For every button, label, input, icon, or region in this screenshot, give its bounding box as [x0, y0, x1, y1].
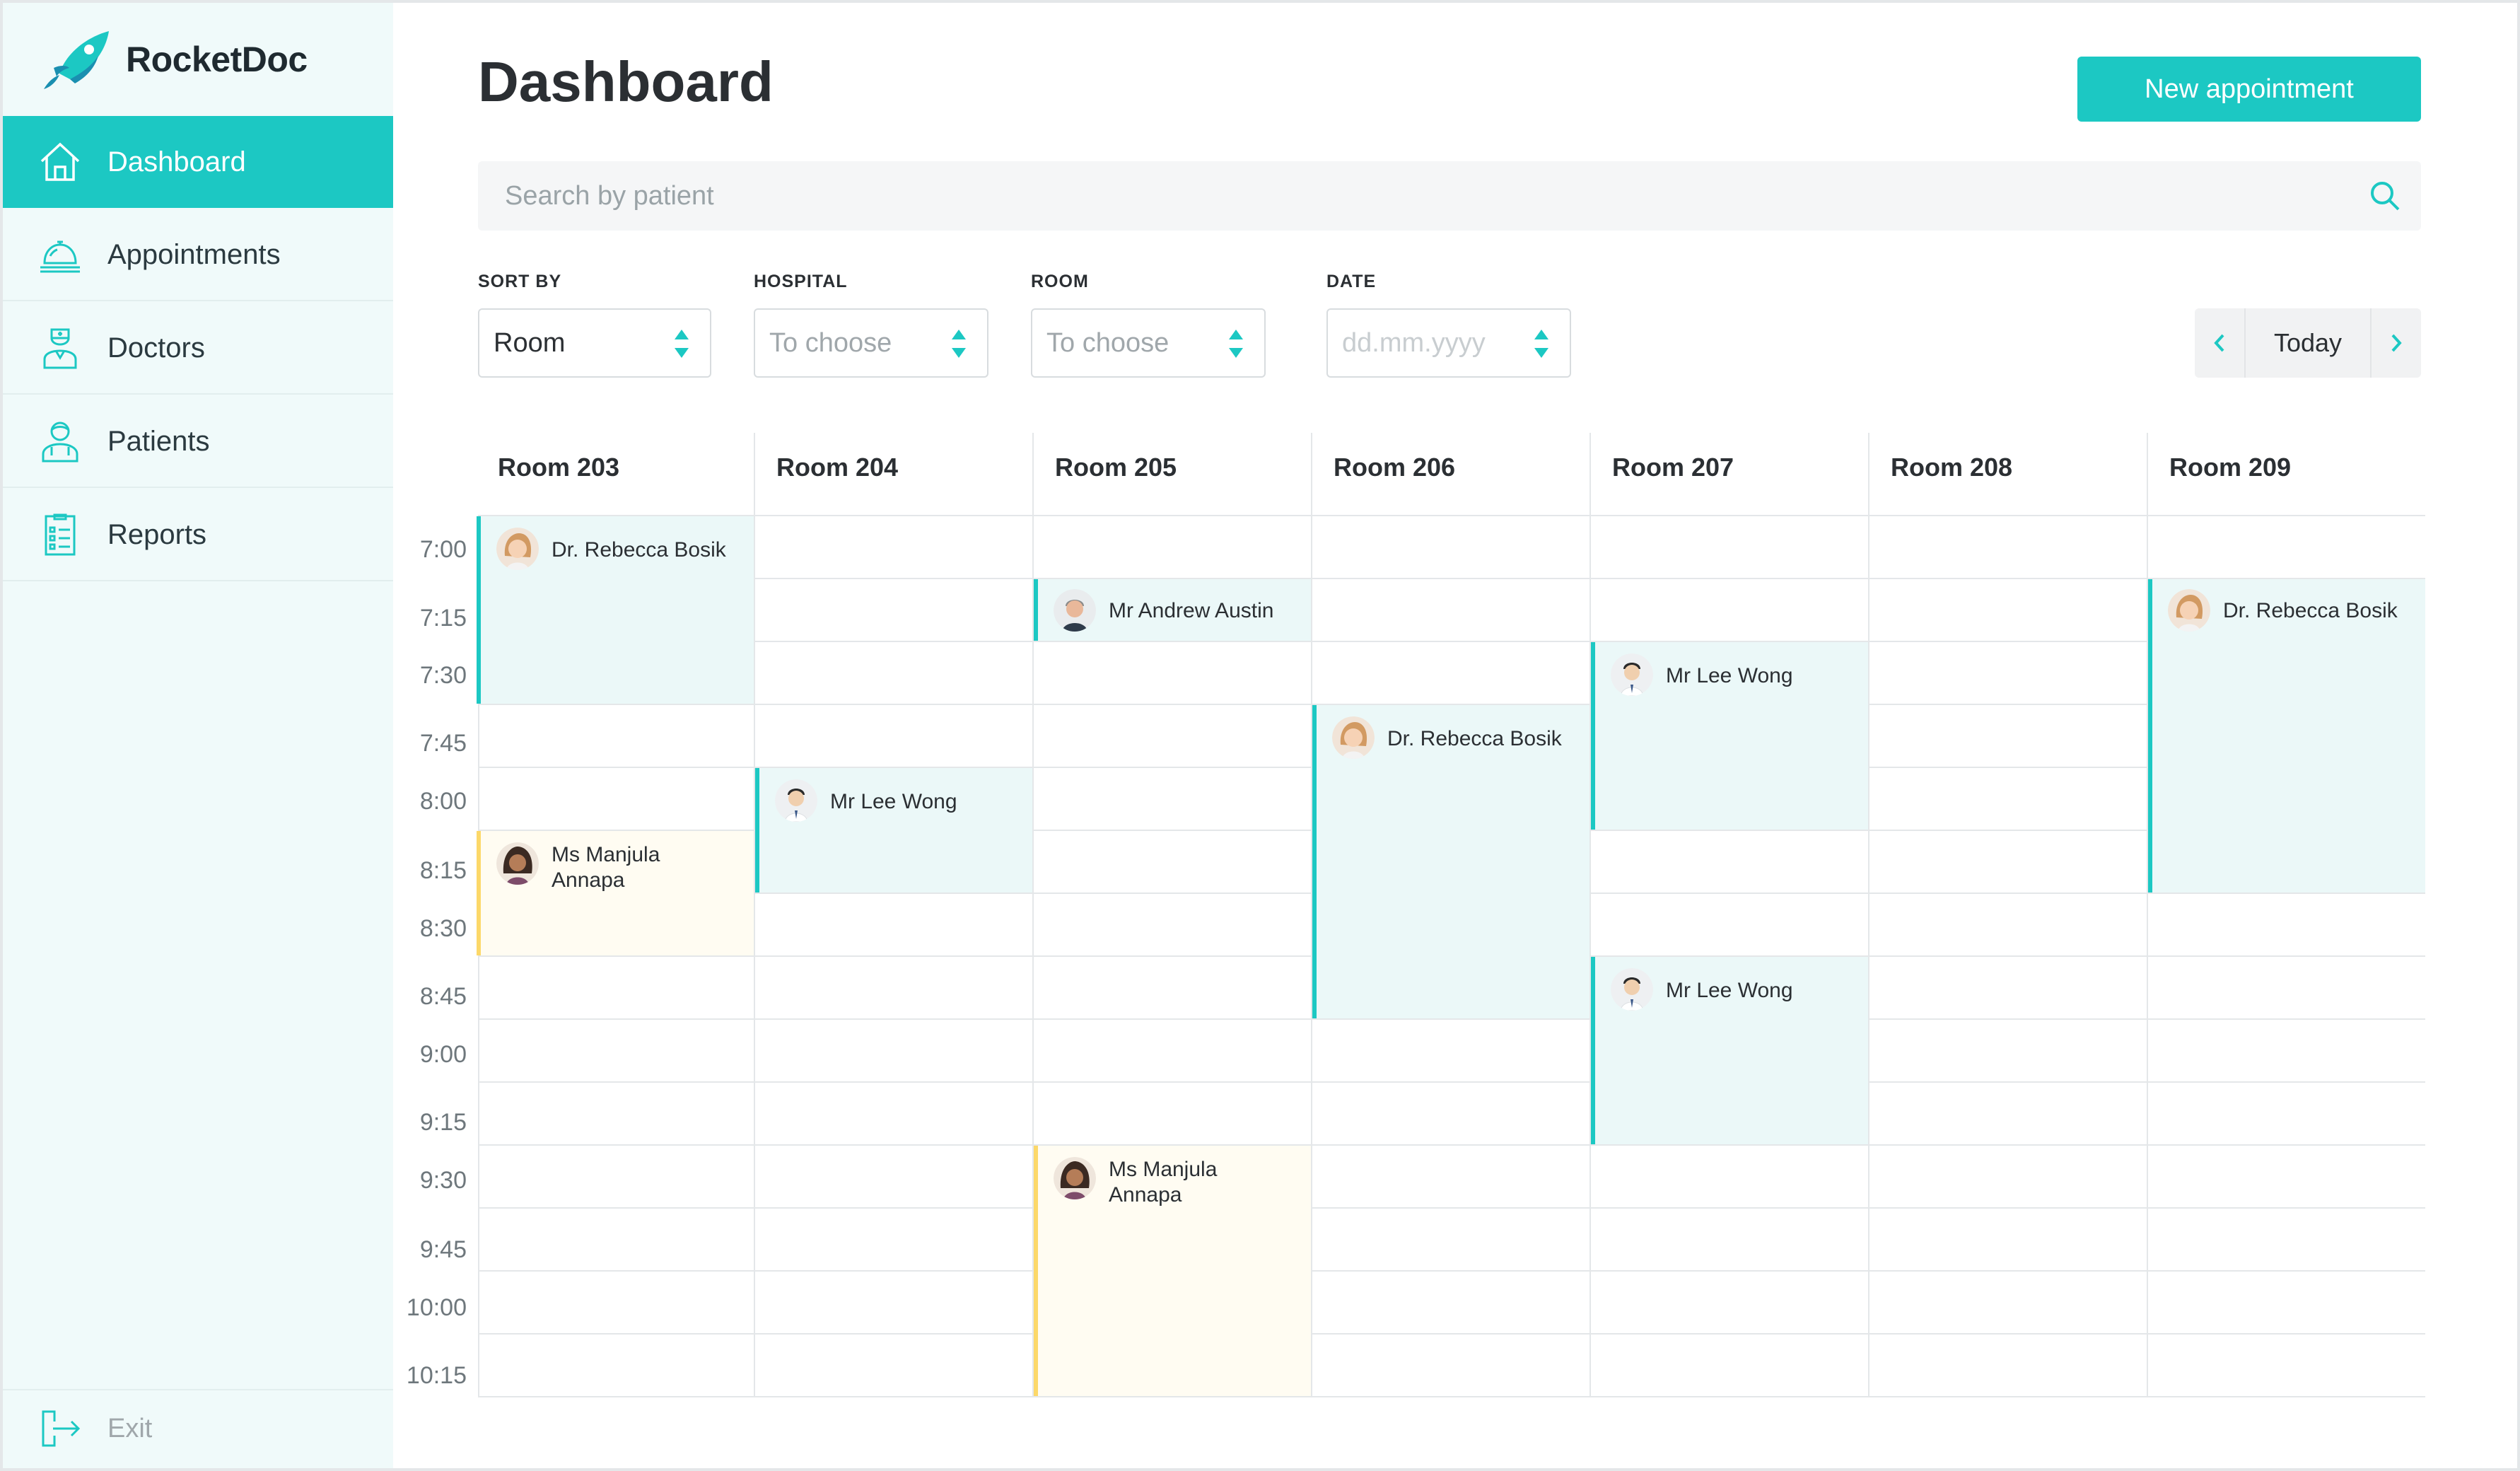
appointment-card[interactable]: Ms Manjula Annapa — [1034, 1146, 1311, 1396]
today-button[interactable]: Today — [2244, 308, 2372, 378]
reception-bell-icon — [35, 230, 85, 279]
appointment-name: Ms Manjula Annapa — [552, 843, 660, 892]
appointment-card[interactable]: Dr. Rebecca Bosik — [477, 516, 754, 704]
date-value: dd.mm.yyyy — [1342, 327, 1486, 358]
sidebar-item-label: Appointments — [107, 238, 281, 270]
appointment-card[interactable]: Dr. Rebecca Bosik — [2148, 579, 2425, 893]
room-select[interactable]: To choose — [1031, 308, 1266, 378]
appointment-card[interactable]: Mr Andrew Austin — [1034, 579, 1311, 641]
avatar-male-icon — [1054, 589, 1096, 632]
appointment-name: Mr Lee Wong — [1666, 979, 1793, 1002]
sort-arrows-icon — [1229, 330, 1243, 358]
new-appointment-button[interactable]: New appointment — [2077, 57, 2421, 122]
appointment-name: Mr Lee Wong — [1666, 664, 1793, 687]
exit-icon — [35, 1404, 85, 1453]
sort-by-select[interactable]: Room — [478, 308, 711, 378]
exit-label: Exit — [107, 1413, 153, 1443]
avatar-male-icon — [775, 779, 817, 822]
sidebar-item-reports[interactable]: Reports — [3, 489, 393, 581]
prev-day-button[interactable] — [2195, 308, 2244, 378]
appointment-card[interactable]: Dr. Rebecca Bosik — [1312, 705, 1589, 1018]
day-navigator: Today — [2195, 308, 2421, 378]
sort-by-label: SORT BY — [478, 272, 562, 291]
sidebar-item-patients[interactable]: Patients — [3, 396, 393, 488]
hospital-select[interactable]: To choose — [754, 308, 988, 378]
sort-by-value: Room — [494, 327, 566, 358]
report-list-icon — [35, 510, 85, 559]
next-day-button[interactable] — [2372, 308, 2421, 378]
sort-arrows-icon — [952, 330, 966, 358]
room-label: ROOM — [1031, 272, 1089, 291]
appointment-name: Dr. Rebecca Bosik — [2223, 599, 2398, 622]
date-label: DATE — [1326, 272, 1377, 291]
appointment-name: Mr Andrew Austin — [1109, 599, 1274, 622]
chevron-right-icon — [2391, 334, 2402, 352]
avatar-female-icon — [496, 842, 539, 885]
rocket-logo-icon — [44, 31, 109, 89]
room-value: To choose — [1046, 327, 1169, 358]
appointment-name: Dr. Rebecca Bosik — [1387, 727, 1562, 750]
sidebar-item-appointments[interactable]: Appointments — [3, 209, 393, 301]
sidebar: RocketDoc Dashboard Appointments Doctors — [3, 3, 393, 1468]
page-title: Dashboard — [478, 50, 774, 113]
sidebar-item-label: Reports — [107, 518, 207, 550]
appointment-name: Dr. Rebecca Bosik — [552, 538, 726, 562]
date-field[interactable]: dd.mm.yyyy — [1326, 308, 1571, 378]
hospital-value: To choose — [769, 327, 892, 358]
sort-arrows-icon — [675, 330, 689, 358]
appointment-name: Ms Manjula Annapa — [1109, 1158, 1218, 1207]
sidebar-item-dashboard[interactable]: Dashboard — [3, 116, 393, 208]
hospital-label: HOSPITAL — [754, 272, 848, 291]
avatar-female-icon — [1054, 1157, 1096, 1199]
avatar-female-icon — [2168, 589, 2210, 632]
sidebar-item-label: Dashboard — [107, 146, 246, 178]
avatar-male-icon — [1611, 653, 1653, 696]
appointment-card[interactable]: Mr Lee Wong — [755, 768, 1032, 893]
appointment-name: Mr Lee Wong — [830, 790, 957, 813]
patient-icon — [35, 417, 85, 466]
sidebar-item-label: Patients — [107, 425, 210, 457]
avatar-female-icon — [1332, 716, 1375, 759]
search-icon[interactable] — [2367, 178, 2403, 214]
appointment-card[interactable]: Mr Lee Wong — [1591, 642, 1868, 830]
doctor-icon — [35, 323, 85, 373]
appointment-card[interactable]: Ms Manjula Annapa — [477, 831, 754, 955]
home-icon — [35, 137, 85, 187]
exit-button[interactable]: Exit — [3, 1389, 393, 1467]
chevron-left-icon — [2214, 334, 2224, 352]
search-input[interactable]: Search by patient — [478, 161, 2421, 231]
sort-arrows-icon — [1534, 330, 1548, 358]
appointment-card[interactable]: Mr Lee Wong — [1591, 957, 1868, 1144]
sidebar-item-label: Doctors — [107, 332, 205, 364]
search-placeholder: Search by patient — [505, 180, 714, 211]
avatar-female-icon — [496, 528, 539, 570]
app-name: RocketDoc — [126, 40, 308, 79]
avatar-male-icon — [1611, 968, 1653, 1011]
logo[interactable]: RocketDoc — [38, 24, 308, 95]
sidebar-item-doctors[interactable]: Doctors — [3, 303, 393, 395]
